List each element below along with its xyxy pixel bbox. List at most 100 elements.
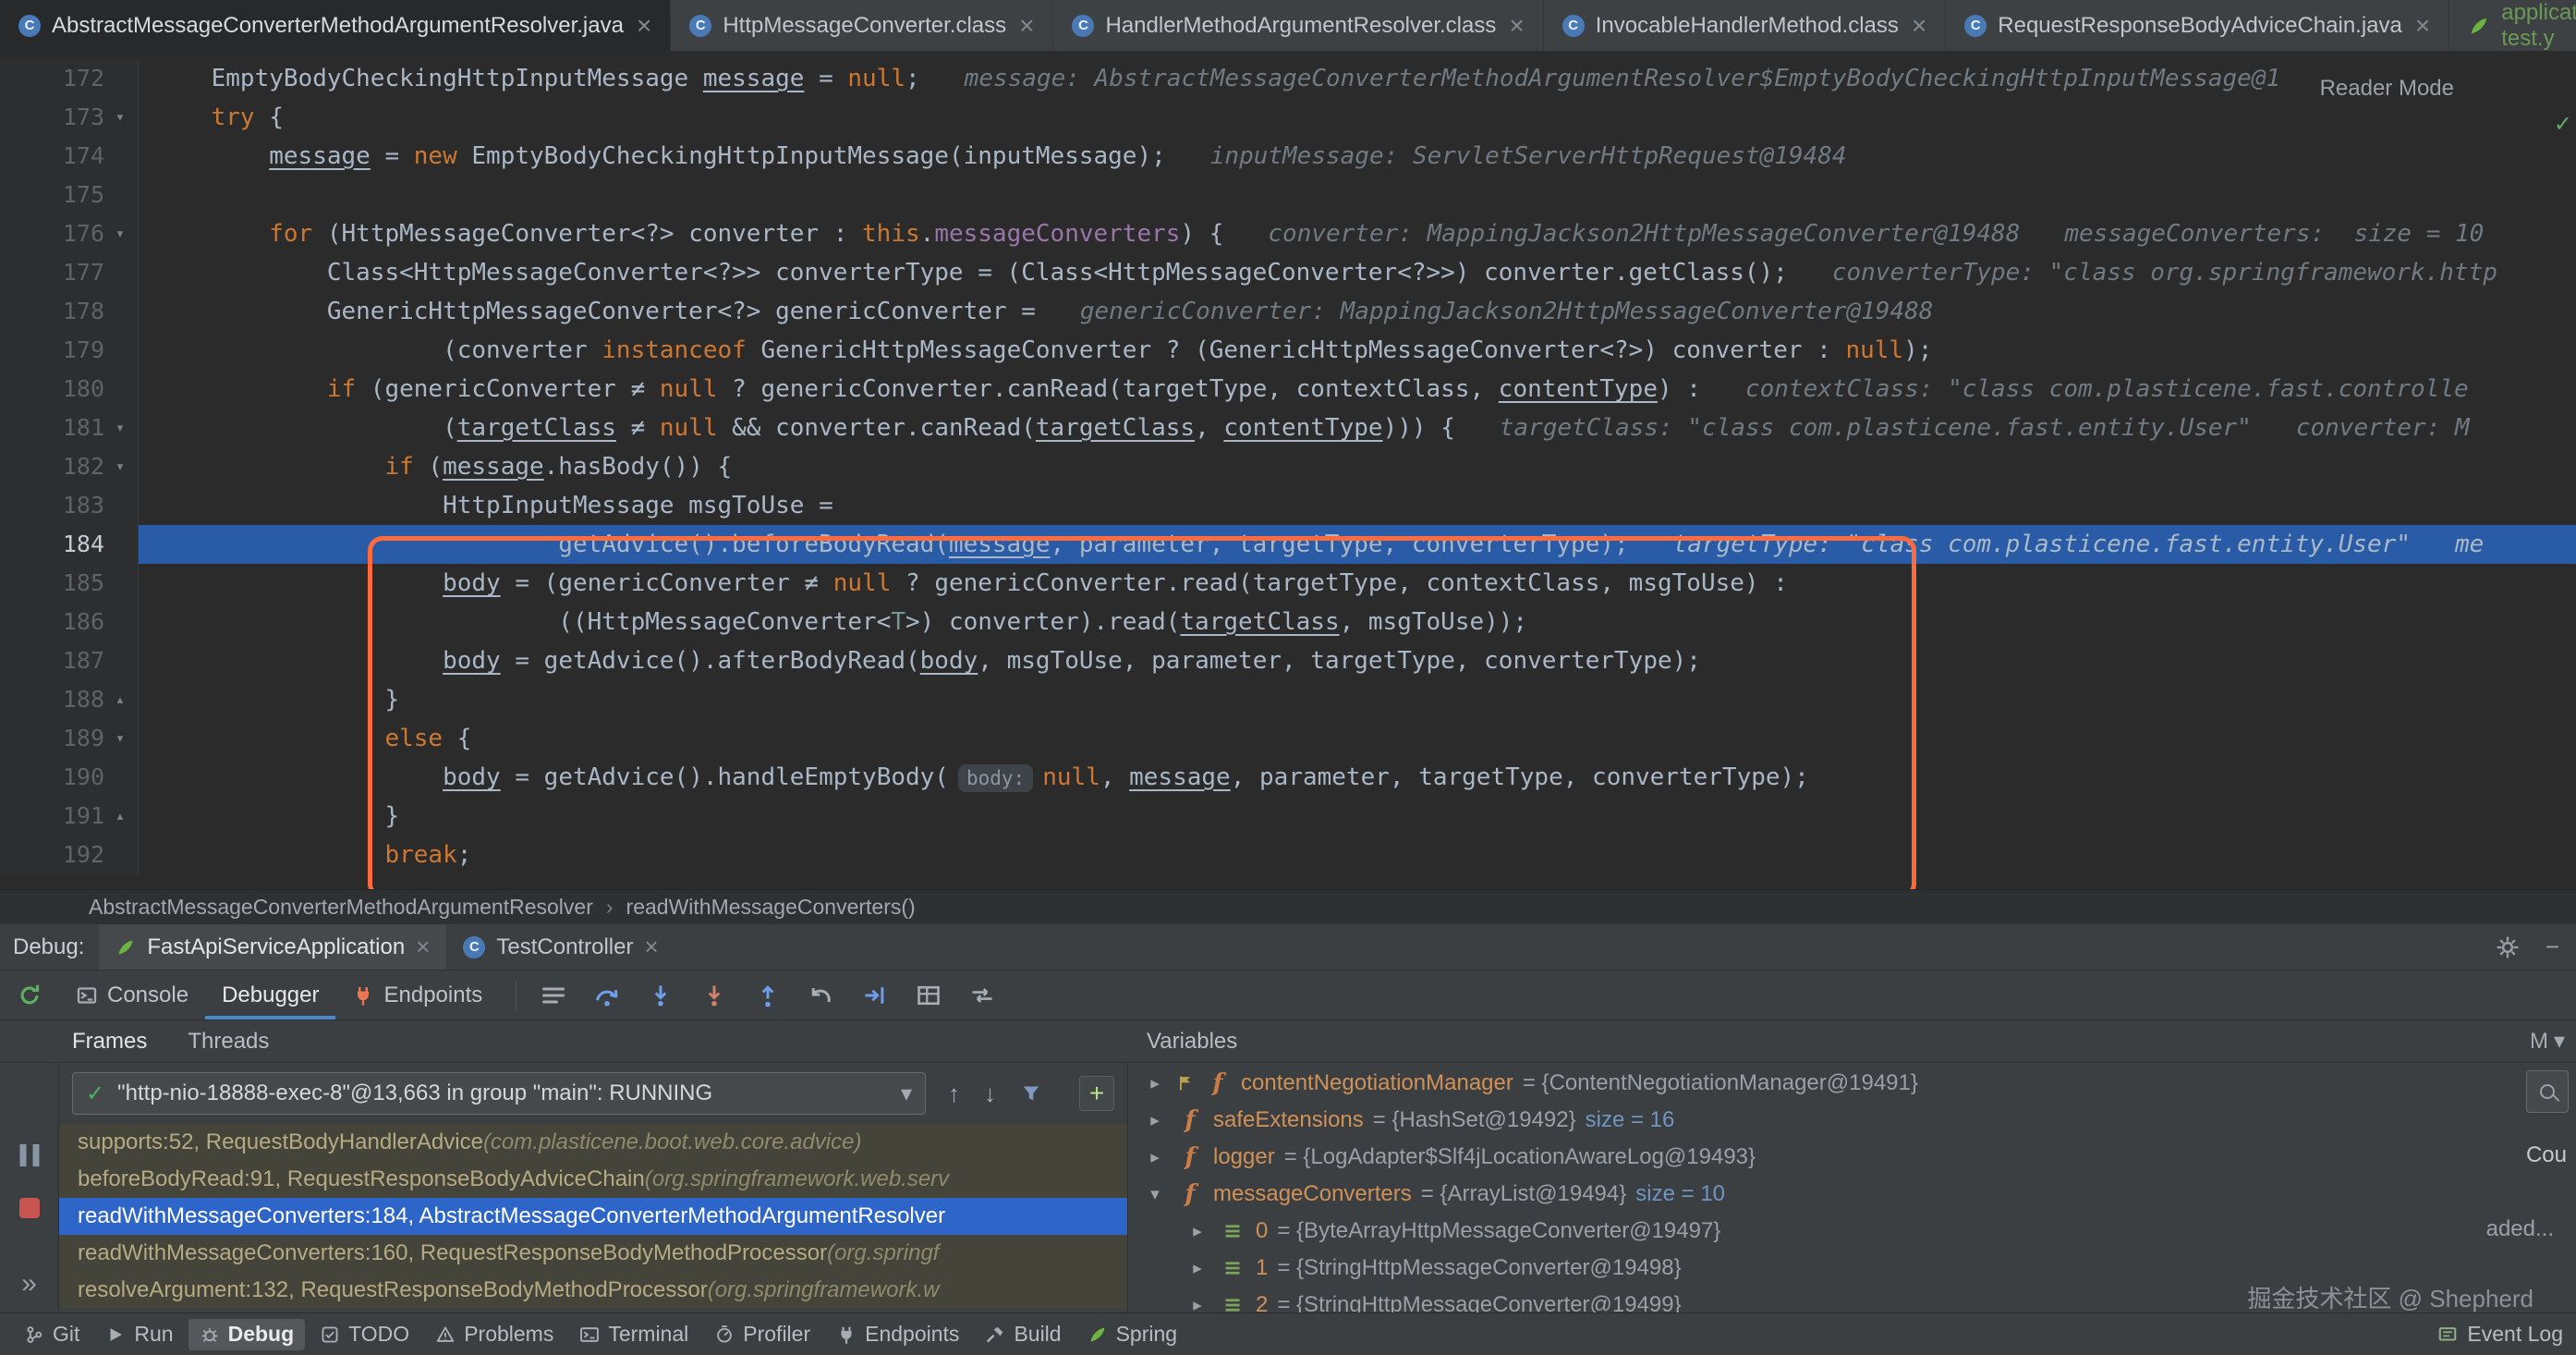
close-icon[interactable]: × bbox=[416, 933, 430, 961]
stop-icon[interactable] bbox=[19, 1198, 40, 1218]
filter-frames-icon[interactable] bbox=[1020, 1082, 1042, 1105]
code-line[interactable]: 188▴ } bbox=[0, 680, 2576, 719]
line-gutter[interactable]: 175 bbox=[0, 176, 139, 214]
line-gutter[interactable]: 186 bbox=[0, 603, 139, 641]
code-line[interactable]: 182▾ if (message.hasBody()) { bbox=[0, 447, 2576, 486]
previous-frame-icon[interactable]: ↑ bbox=[948, 1080, 960, 1108]
gear-icon[interactable] bbox=[2496, 935, 2520, 959]
line-gutter[interactable]: 172 bbox=[0, 59, 139, 98]
menu-icon[interactable] bbox=[541, 983, 566, 1008]
search-variables-box[interactable] bbox=[2526, 1070, 2569, 1113]
tab-threads[interactable]: Threads bbox=[188, 1029, 269, 1055]
view-layout-icon[interactable] bbox=[969, 983, 995, 1008]
line-gutter[interactable]: 190 bbox=[0, 758, 139, 797]
code-line[interactable]: 190 body = getAdvice().handleEmptyBody(b… bbox=[0, 758, 2576, 797]
variable-row[interactable]: ▸fsafeExtensions= {HashSet@19492}size = … bbox=[1128, 1102, 2576, 1139]
code-line[interactable]: 179 (converter instanceof GenericHttpMes… bbox=[0, 331, 2576, 370]
editor-tab[interactable]: CRequestResponseBodyAdviceChain.java× bbox=[1946, 0, 2449, 51]
code-line[interactable]: 173▾ try { bbox=[0, 98, 2576, 137]
memory-view-fragment[interactable]: M ▾ bbox=[2530, 1028, 2576, 1055]
editor-tab[interactable]: CHttpMessageConverter.class× bbox=[671, 0, 1053, 51]
line-gutter[interactable]: 182▾ bbox=[0, 447, 139, 486]
step-out-icon[interactable] bbox=[755, 983, 781, 1008]
variable-row[interactable]: ▸0= {ByteArrayHttpMessageConverter@19497… bbox=[1128, 1213, 2576, 1250]
close-icon[interactable]: × bbox=[2415, 11, 2430, 41]
close-icon[interactable]: × bbox=[1509, 11, 1524, 41]
variable-row[interactable]: ▸fcontentNegotiationManager= {ContentNeg… bbox=[1128, 1065, 2576, 1102]
line-gutter[interactable]: 181▾ bbox=[0, 409, 139, 447]
code-line[interactable]: 189▾ else { bbox=[0, 719, 2576, 758]
evaluate-expression-icon[interactable] bbox=[916, 983, 942, 1008]
line-gutter[interactable]: 177 bbox=[0, 253, 139, 292]
step-into-icon[interactable] bbox=[648, 983, 674, 1008]
code-line[interactable]: 178 GenericHttpMessageConverter<?> gener… bbox=[0, 292, 2576, 331]
line-gutter[interactable]: 185 bbox=[0, 564, 139, 603]
editor-tab[interactable]: CAbstractMessageConverterMethodArgumentR… bbox=[0, 0, 671, 51]
statusbar-item-endpoints[interactable]: Endpoints bbox=[825, 1319, 970, 1350]
tab-debugger[interactable]: Debugger bbox=[205, 970, 335, 1019]
code-line[interactable]: 187 body = getAdvice().afterBodyRead(bod… bbox=[0, 641, 2576, 680]
frame-row[interactable]: supports:52, RequestBodyHandlerAdvice (c… bbox=[59, 1124, 1127, 1161]
code-line[interactable]: 192 break; bbox=[0, 836, 2576, 874]
rerun-icon[interactable] bbox=[0, 983, 59, 1008]
frame-row[interactable]: readWithMessageConverters:184, AbstractM… bbox=[59, 1198, 1127, 1235]
code-line[interactable]: 172 EmptyBodyCheckingHttpInputMessage me… bbox=[0, 59, 2576, 98]
code-editor[interactable]: 172 EmptyBodyCheckingHttpInputMessage me… bbox=[0, 52, 2576, 889]
line-gutter[interactable]: 179 bbox=[0, 331, 139, 370]
close-icon[interactable]: × bbox=[1019, 11, 1034, 41]
variable-row[interactable]: ▸flogger= {LogAdapter$Slf4jLocationAware… bbox=[1128, 1139, 2576, 1176]
editor-tab[interactable]: CInvocableHandlerMethod.class× bbox=[1544, 0, 1947, 51]
variable-row[interactable]: ▾fmessageConverters= {ArrayList@19494}si… bbox=[1128, 1176, 2576, 1213]
line-gutter[interactable]: 180 bbox=[0, 370, 139, 409]
frame-row[interactable]: readWithMessageConverters:160, RequestRe… bbox=[59, 1235, 1127, 1272]
code-line[interactable]: 176▾ for (HttpMessageConverter<?> conver… bbox=[0, 214, 2576, 253]
code-line[interactable]: 185 body = (genericConverter ≠ null ? ge… bbox=[0, 564, 2576, 603]
line-gutter[interactable]: 174 bbox=[0, 137, 139, 176]
close-icon[interactable]: × bbox=[637, 11, 651, 41]
inspections-widget-icon[interactable]: ✓ bbox=[2554, 111, 2572, 138]
statusbar-item-debug[interactable]: Debug bbox=[188, 1319, 306, 1350]
statusbar-item-spring[interactable]: Spring bbox=[1076, 1319, 1188, 1350]
hide-panel-icon[interactable]: − bbox=[2546, 933, 2559, 961]
frame-row[interactable]: resolveArgument:132, RequestResponseBody… bbox=[59, 1272, 1127, 1309]
line-gutter[interactable]: 183 bbox=[0, 486, 139, 525]
tab-endpoints[interactable]: Endpoints bbox=[335, 970, 499, 1019]
fold-marker-icon[interactable]: ▾ bbox=[106, 409, 134, 447]
editor-tab[interactable]: application-test.y× bbox=[2449, 0, 2576, 51]
code-line[interactable]: 181▾ (targetClass ≠ null && converter.ca… bbox=[0, 409, 2576, 447]
chevron-right-icon[interactable]: ▸ bbox=[1185, 1221, 1209, 1242]
thread-selector[interactable]: ✓ "http-nio-18888-exec-8"@13,663 in grou… bbox=[72, 1072, 926, 1115]
more-actions-icon[interactable]: » bbox=[21, 1268, 37, 1300]
chevron-right-icon[interactable]: ▸ bbox=[1185, 1258, 1209, 1279]
statusbar-item-terminal[interactable]: Terminal bbox=[568, 1319, 699, 1350]
breadcrumb-method[interactable]: readWithMessageConverters() bbox=[626, 895, 916, 920]
statusbar-item-build[interactable]: Build bbox=[974, 1319, 1072, 1350]
run-to-cursor-icon[interactable] bbox=[862, 983, 888, 1008]
fold-marker-icon[interactable]: ▴ bbox=[106, 680, 134, 719]
line-gutter[interactable]: 192 bbox=[0, 836, 139, 874]
code-line[interactable]: 191▴ } bbox=[0, 797, 2576, 836]
code-line[interactable]: 186 ((HttpMessageConverter<T>) converter… bbox=[0, 603, 2576, 641]
event-log-button[interactable]: Event Log bbox=[2467, 1322, 2563, 1347]
chevron-right-icon[interactable]: ▸ bbox=[1185, 1295, 1209, 1313]
breadcrumb-class[interactable]: AbstractMessageConverterMethodArgumentRe… bbox=[89, 895, 593, 920]
statusbar-item-problems[interactable]: Problems bbox=[424, 1319, 565, 1350]
frame-row[interactable]: beforeBodyRead:91, RequestResponseBodyAd… bbox=[59, 1161, 1127, 1198]
close-icon[interactable]: × bbox=[1912, 11, 1926, 41]
chevron-right-icon[interactable]: ▸ bbox=[1143, 1147, 1167, 1168]
fold-marker-icon[interactable]: ▾ bbox=[106, 98, 134, 137]
fold-marker-icon[interactable]: ▴ bbox=[106, 797, 134, 836]
tab-frames[interactable]: Frames bbox=[72, 1029, 147, 1055]
statusbar-item-git[interactable]: Git bbox=[13, 1319, 91, 1350]
line-gutter[interactable]: 173▾ bbox=[0, 98, 139, 137]
debug-session-tab[interactable]: CTestController× bbox=[446, 924, 674, 970]
line-gutter[interactable]: 188▴ bbox=[0, 680, 139, 719]
reader-mode-toggle[interactable]: Reader Mode bbox=[2320, 76, 2454, 102]
statusbar-item-todo[interactable]: TODO bbox=[309, 1319, 420, 1350]
code-line[interactable]: 177 Class<HttpMessageConverter<?>> conve… bbox=[0, 253, 2576, 292]
fold-marker-icon[interactable]: ▾ bbox=[106, 214, 134, 253]
fold-marker-icon[interactable]: ▾ bbox=[106, 447, 134, 486]
line-gutter[interactable]: 184 bbox=[0, 525, 139, 564]
code-line[interactable]: 184 getAdvice().beforeBodyRead(message, … bbox=[0, 525, 2576, 564]
line-gutter[interactable]: 187 bbox=[0, 641, 139, 680]
